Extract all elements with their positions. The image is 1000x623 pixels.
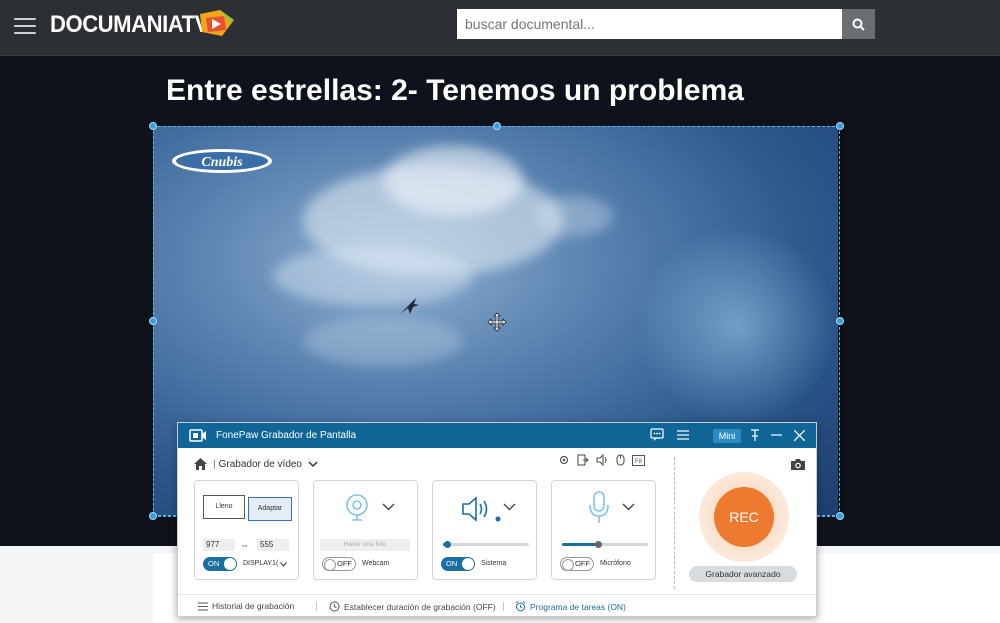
chevron-down-icon[interactable] — [280, 562, 287, 567]
schedule-label: Programa de tareas (ON) — [530, 601, 626, 612]
history-label: Historial de grabación — [212, 601, 295, 611]
height-input[interactable]: 555 — [257, 539, 289, 551]
resize-handle-top-left[interactable] — [149, 122, 157, 130]
take-photo-button[interactable]: Hacer una foto — [320, 539, 410, 551]
adaptar-option[interactable]: Adaptar — [248, 497, 292, 521]
microphone-toggle[interactable]: OFF — [560, 557, 594, 571]
pin-icon[interactable] — [749, 428, 761, 442]
display-source-label[interactable]: DISPLAY1( — [243, 560, 278, 567]
width-input[interactable]: 977 — [203, 539, 235, 551]
footer-separator — [316, 602, 317, 611]
mini-button[interactable]: Mini — [713, 429, 741, 443]
clock-icon — [329, 601, 340, 612]
footer-separator — [503, 602, 504, 611]
lleno-option[interactable]: Lleno — [203, 495, 245, 519]
close-icon[interactable] — [794, 430, 805, 441]
menu-lines-icon[interactable] — [677, 430, 689, 440]
search-bar — [457, 9, 875, 39]
mode-selector[interactable]: | Grabador de vídeo — [194, 456, 318, 472]
chat-icon[interactable] — [650, 428, 664, 441]
screenshot-camera-icon[interactable] — [790, 458, 806, 471]
recorder-footer: Historial de grabación Establecer duraci… — [178, 594, 816, 616]
system-volume-knob[interactable] — [444, 541, 451, 548]
speaker-icon — [462, 496, 501, 522]
duration-link[interactable]: Establecer duración de grabación (OFF) — [329, 601, 496, 612]
webcam-icon — [346, 494, 368, 521]
webcam-toggle[interactable]: OFF — [322, 557, 356, 571]
move-icon[interactable] — [487, 312, 507, 332]
export-icon[interactable] — [577, 454, 589, 466]
chevron-down-icon[interactable] — [503, 503, 516, 511]
cloud — [303, 316, 463, 366]
search-input[interactable] — [457, 9, 842, 39]
system-sound-label: Sistema — [481, 560, 507, 567]
advanced-recorder-button[interactable]: Grabador avanzado — [689, 566, 797, 582]
recorder-title: FonePaw Grabador de Pantalla — [216, 430, 357, 441]
divider — [674, 457, 675, 589]
chevron-down-icon[interactable] — [622, 503, 635, 511]
webcam-card: Hacer una foto OFF Webcam — [313, 480, 418, 580]
cloud — [383, 146, 523, 216]
search-button[interactable] — [842, 9, 875, 39]
minimize-icon[interactable] — [771, 434, 782, 436]
schedule-link[interactable]: Programa de tareas (ON) — [515, 601, 626, 612]
webcam-label: Webcam — [362, 560, 390, 567]
cloud — [533, 196, 613, 236]
mouse-icon[interactable] — [616, 454, 625, 466]
rec-button[interactable]: REC — [714, 487, 774, 547]
history-link[interactable]: Historial de grabación — [198, 601, 294, 611]
settings-icon[interactable] — [558, 454, 570, 466]
duration-label: Establecer duración de grabación (OFF) — [344, 601, 496, 612]
resize-handle-bottom-left[interactable] — [149, 512, 157, 520]
microphone-volume-slider[interactable] — [562, 541, 648, 548]
list-icon — [198, 602, 208, 610]
microphone-card: OFF Micrófono — [551, 480, 656, 580]
channel-logo-text: Cnubis — [201, 155, 243, 170]
search-icon — [852, 18, 865, 31]
site-header: DOCUMANIATV — [0, 0, 1000, 56]
display-toggle[interactable]: ON — [203, 557, 237, 571]
speaker-icon[interactable] — [596, 454, 609, 466]
resize-handle-right[interactable] — [836, 317, 844, 325]
system-sound-card: ON Sistema — [432, 480, 537, 580]
link-icon[interactable]: ⇔ — [240, 540, 249, 550]
sky-glow — [638, 226, 838, 426]
toolbar-icons: F8 — [558, 454, 645, 466]
display-card: Lleno Adaptar 977 ⇔ 555 ON DISPLAY1( — [194, 480, 299, 580]
resize-handle-top[interactable] — [493, 122, 501, 130]
keyboard-fn-icon[interactable]: F8 — [632, 454, 645, 466]
cloud — [273, 246, 473, 306]
microphone-volume-fill — [562, 543, 598, 546]
resize-handle-bottom-right[interactable] — [836, 512, 844, 520]
tv-logo-icon — [200, 10, 234, 36]
mode-label: Grabador de vídeo — [218, 458, 302, 470]
svg-text:F8: F8 — [635, 459, 643, 465]
channel-logo-icon: Cnubis — [172, 149, 272, 173]
system-volume-slider[interactable] — [443, 541, 529, 548]
chevron-down-icon[interactable] — [382, 503, 395, 511]
plane-icon — [400, 298, 419, 314]
mode-separator: | — [213, 458, 216, 470]
microphone-icon — [589, 491, 609, 523]
microphone-label: Micrófono — [600, 560, 631, 567]
recorder-titlebar[interactable]: FonePaw Grabador de Pantalla Mini — [178, 423, 816, 448]
site-logo[interactable]: DOCUMANIATV — [50, 10, 234, 40]
alarm-icon — [515, 601, 526, 612]
microphone-volume-knob[interactable] — [595, 541, 602, 548]
resize-handle-left[interactable] — [149, 317, 157, 325]
chevron-down-icon[interactable] — [308, 460, 318, 468]
menu-icon[interactable] — [14, 18, 36, 34]
logo-text: DOCUMANIATV — [50, 11, 209, 38]
home-icon[interactable] — [194, 458, 207, 470]
recorder-window: FonePaw Grabador de Pantalla Mini | Grab… — [177, 422, 817, 617]
page-title: Entre estrellas: 2- Tenemos un problema — [166, 74, 744, 107]
system-sound-toggle[interactable]: ON — [441, 557, 475, 571]
app-camera-icon — [189, 429, 206, 442]
resize-handle-top-right[interactable] — [836, 122, 844, 130]
